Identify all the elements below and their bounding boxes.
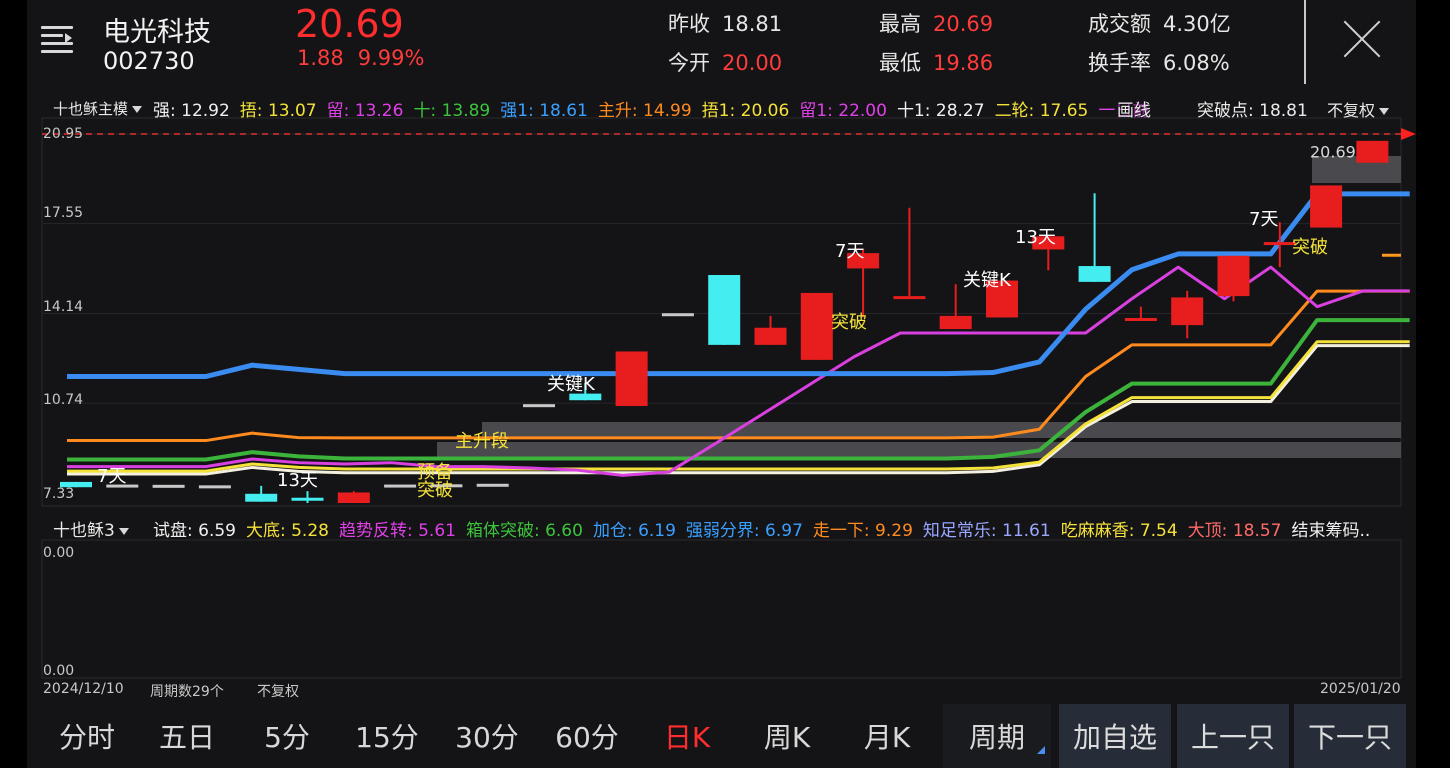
sub-axis-bottom: 0.00 bbox=[43, 663, 75, 679]
candle bbox=[198, 485, 231, 489]
candle bbox=[245, 485, 278, 502]
candle-body bbox=[1356, 140, 1389, 163]
candle-body bbox=[800, 292, 833, 360]
tab-30min[interactable]: 30分 bbox=[437, 704, 537, 768]
end-date: 2025/01/20 bbox=[1320, 681, 1401, 697]
sub-indicator-bar: 十也稣3 试盘: 6.59 大底: 5.28 趋势反转: 5.61 箱体突破: 6.6… bbox=[27, 513, 1416, 539]
prev-stock-button[interactable]: 上一只 bbox=[1177, 704, 1289, 768]
price-axis-label: 10.74 bbox=[43, 392, 84, 408]
candle bbox=[1217, 255, 1250, 302]
candle-body bbox=[476, 483, 509, 487]
candle bbox=[708, 275, 741, 345]
candle-body bbox=[198, 485, 231, 489]
price-axis-label: 14.14 bbox=[43, 299, 84, 315]
candle-body bbox=[893, 296, 926, 300]
next-stock-button[interactable]: 下一只 bbox=[1294, 704, 1406, 768]
limit-up-arrow bbox=[1401, 128, 1416, 140]
tab-60min[interactable]: 60分 bbox=[537, 704, 637, 768]
chart-annotation: 突破 bbox=[417, 480, 453, 501]
tab-period-menu[interactable]: 周期 bbox=[943, 704, 1051, 768]
candle bbox=[152, 484, 185, 488]
tab-daily-k[interactable]: 日K bbox=[637, 704, 737, 768]
candle-body bbox=[939, 315, 972, 330]
kline-chart[interactable]: 20.69 bbox=[27, 0, 1416, 680]
chart-annotation: 关键K bbox=[963, 270, 1011, 291]
chart-annotation: 突破 bbox=[831, 312, 867, 333]
candle-body bbox=[245, 493, 278, 502]
candle-body bbox=[523, 404, 555, 408]
indicator-value: 强弱分界: 6.97 bbox=[685, 521, 803, 539]
candle bbox=[661, 313, 694, 317]
candle-body bbox=[1310, 185, 1343, 228]
high-price-tag: 20.69 bbox=[1310, 143, 1356, 162]
candle-body bbox=[1124, 317, 1157, 321]
candle-body bbox=[1217, 255, 1250, 297]
chart-annotation: 关键K bbox=[547, 374, 595, 395]
chart-annotation: 13天 bbox=[1015, 227, 1056, 248]
candle-body bbox=[1078, 266, 1111, 282]
tab-weekly-k[interactable]: 周K bbox=[737, 704, 837, 768]
candle-body bbox=[152, 484, 185, 488]
sub-indicator-selector[interactable]: 十也稣3 bbox=[53, 516, 129, 539]
candle bbox=[754, 315, 787, 345]
candle bbox=[476, 483, 509, 487]
price-axis-label: 7.33 bbox=[43, 486, 75, 502]
candle-body bbox=[384, 484, 417, 488]
price-axis-label: 20.95 bbox=[43, 126, 84, 142]
indicator-value: 大顶: 18.57 bbox=[1187, 521, 1282, 539]
chart-annotation: 主升段 bbox=[455, 431, 509, 452]
candle bbox=[1171, 290, 1204, 339]
zone-band bbox=[482, 422, 1401, 438]
indicator-value: 吃麻麻香: 7.54 bbox=[1060, 521, 1178, 539]
candle bbox=[384, 484, 417, 488]
tab-5min[interactable]: 5分 bbox=[237, 704, 337, 768]
tab-monthly-k[interactable]: 月K bbox=[837, 704, 937, 768]
chart-annotation: 突破 bbox=[1292, 237, 1328, 258]
indicator-value: 趋势反转: 5.61 bbox=[338, 521, 456, 539]
candle-body bbox=[615, 351, 648, 407]
tab-15min[interactable]: 15分 bbox=[337, 704, 437, 768]
chart-annotation: 7天 bbox=[835, 241, 865, 262]
candle bbox=[337, 491, 370, 504]
candle bbox=[1078, 193, 1111, 282]
candle-body bbox=[754, 327, 787, 345]
chart-annotation: 7天 bbox=[1249, 209, 1279, 230]
indicator-value: 走一下: 9.29 bbox=[812, 521, 913, 539]
zone-band bbox=[437, 442, 1401, 458]
tab-five-day[interactable]: 五日 bbox=[137, 704, 237, 768]
tab-intraday[interactable]: 分时 bbox=[37, 704, 137, 768]
indicator-value: 结束筹码.. bbox=[1291, 521, 1371, 539]
indicator-value: 知足常乐: 11.61 bbox=[922, 521, 1051, 539]
candle-body bbox=[1263, 242, 1296, 246]
sub-axis-top: 0.00 bbox=[43, 545, 75, 561]
candle-body bbox=[708, 275, 741, 345]
sub-chart-frame bbox=[41, 539, 1402, 679]
candle bbox=[291, 491, 324, 504]
chart-annotation: 7天 bbox=[97, 466, 127, 487]
candle bbox=[893, 207, 926, 300]
period-tab-bar: 分时 五日 5分 15分 30分 60分 日K 周K 月K 周期 加自选 上一只… bbox=[37, 704, 1407, 768]
stock-detail-app: 电光科技 002730 20.69 1.88 9.99% 昨收 18.81 今开 20… bbox=[27, 0, 1416, 768]
candle bbox=[1310, 185, 1343, 228]
candle bbox=[1356, 140, 1389, 163]
indicator-value: 大底: 5.28 bbox=[245, 521, 329, 539]
candle bbox=[800, 292, 833, 360]
chart-annotation: 13天 bbox=[277, 470, 318, 491]
indicator-value: 加仓: 6.19 bbox=[592, 521, 676, 539]
candle bbox=[615, 351, 648, 407]
candle-body bbox=[1171, 297, 1204, 326]
price-axis-label: 17.55 bbox=[43, 205, 84, 221]
candle-body bbox=[337, 492, 370, 504]
dropdown-corner-icon bbox=[1037, 746, 1045, 754]
start-date: 2024/12/10 bbox=[43, 681, 124, 697]
indicator-value: 试盘: 6.59 bbox=[153, 521, 236, 539]
indicator-value: 箱体突破: 6.60 bbox=[465, 521, 583, 539]
candle-body bbox=[661, 313, 694, 317]
period-count: 周期数29个 bbox=[150, 684, 224, 700]
candle bbox=[523, 404, 555, 408]
add-watchlist-button[interactable]: 加自选 bbox=[1059, 704, 1171, 768]
fq-status: 不复权 bbox=[257, 684, 299, 700]
candle-body bbox=[291, 497, 324, 501]
